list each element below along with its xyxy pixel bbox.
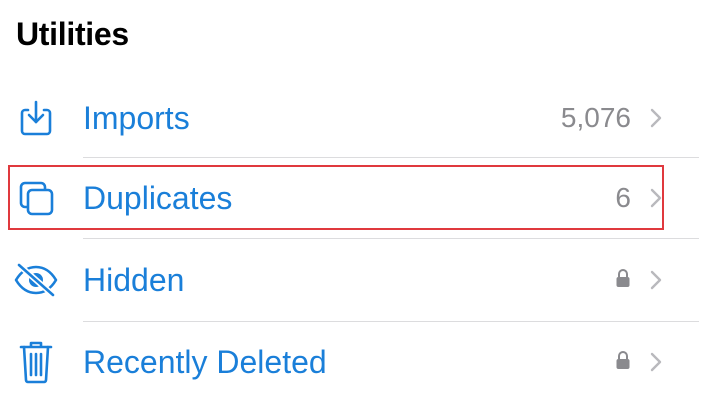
row-count-imports: 5,076 [560,102,631,133]
row-imports[interactable]: Imports 5,076 [0,78,707,158]
chevron-right-icon [649,107,663,129]
row-label-duplicates: Duplicates [83,179,233,216]
import-tray-icon [12,94,60,142]
row-label-recently-deleted: Recently Deleted [83,343,327,380]
row-divider [83,238,699,239]
chevron-right-icon [649,187,663,209]
trash-icon [12,338,60,386]
lock-icon [615,350,631,375]
row-recently-deleted[interactable]: Recently Deleted [0,322,707,402]
row-count-duplicates: 6 [615,182,631,213]
row-label-hidden: Hidden [83,261,185,298]
utilities-section-title: Utilities [16,16,129,52]
row-duplicates[interactable]: Duplicates 6 [0,158,707,238]
eye-slash-icon [12,256,60,304]
lock-icon [615,268,631,293]
chevron-right-icon [649,269,663,291]
row-label-imports: Imports [83,99,190,136]
duplicates-icon [12,174,60,222]
row-hidden[interactable]: Hidden [0,240,707,320]
chevron-right-icon [649,351,663,373]
